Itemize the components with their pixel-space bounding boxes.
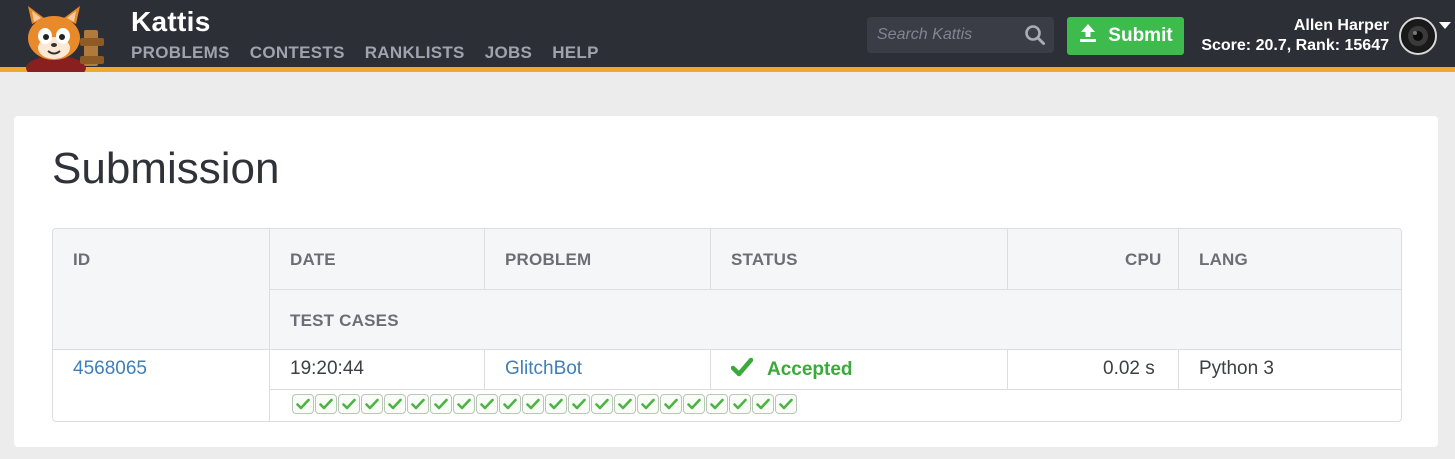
status-cell: Accepted (730, 357, 853, 382)
test-case-passed-icon[interactable] (660, 394, 682, 414)
test-case-passed-icon[interactable] (591, 394, 613, 414)
test-case-passed-icon[interactable] (407, 394, 429, 414)
test-case-passed-icon[interactable] (499, 394, 521, 414)
submission-card: Submission ID DATE PROBLEM STATUS CPU LA… (14, 116, 1438, 447)
test-case-passed-icon[interactable] (292, 394, 314, 414)
test-case-passed-icon[interactable] (614, 394, 636, 414)
test-case-passed-icon[interactable] (430, 394, 452, 414)
nav-help[interactable]: HELP (552, 43, 599, 63)
column-header-lang: LANG (1199, 250, 1248, 269)
test-case-passed-icon[interactable] (683, 394, 705, 414)
test-cases-header-row (269, 289, 1401, 349)
submission-id-link[interactable]: 4568065 (73, 358, 147, 380)
brand-name[interactable]: Kattis (131, 6, 211, 38)
search-input[interactable] (867, 17, 1017, 53)
test-case-passed-icon[interactable] (384, 394, 406, 414)
test-case-passed-icon[interactable] (315, 394, 337, 414)
problem-link[interactable]: GlitchBot (505, 358, 582, 380)
column-header-date: DATE (290, 250, 336, 269)
column-header-problem: PROBLEM (505, 250, 592, 269)
search-box (867, 17, 1054, 53)
id-header-cell-extension (53, 289, 269, 349)
chevron-down-icon[interactable] (1439, 22, 1451, 29)
user-info[interactable]: Allen Harper Score: 20.7, Rank: 15647 (1201, 16, 1389, 56)
test-case-passed-icon[interactable] (752, 394, 774, 414)
kattis-logo[interactable] (14, 6, 116, 80)
submission-date: 19:20:44 (290, 358, 364, 379)
avatar[interactable] (1399, 17, 1437, 55)
test-case-passed-icon[interactable] (729, 394, 751, 414)
nav-jobs[interactable]: JOBS (485, 43, 533, 63)
test-case-passed-icon[interactable] (453, 394, 475, 414)
test-case-passed-icon[interactable] (706, 394, 728, 414)
submit-label: Submit (1108, 25, 1173, 46)
column-header-test-cases: TEST CASES (290, 311, 399, 330)
status-badge: Accepted (767, 358, 853, 380)
user-stats: Score: 20.7, Rank: 15647 (1201, 37, 1389, 54)
test-cases-list (292, 394, 797, 414)
user-name: Allen Harper (1293, 17, 1389, 34)
test-case-passed-icon[interactable] (568, 394, 590, 414)
language: Python 3 (1199, 358, 1274, 379)
test-case-passed-icon[interactable] (338, 394, 360, 414)
test-case-passed-icon[interactable] (775, 394, 797, 414)
page-title: Submission (52, 144, 280, 193)
nav-contests[interactable]: CONTESTS (250, 43, 345, 63)
test-case-passed-icon[interactable] (361, 394, 383, 414)
test-case-passed-icon[interactable] (637, 394, 659, 414)
column-header-cpu: CPU (1125, 250, 1162, 269)
submit-button[interactable]: Submit (1067, 17, 1184, 55)
nav-problems[interactable]: PROBLEMS (131, 43, 230, 63)
column-header-id: ID (73, 250, 91, 269)
submission-table: ID DATE PROBLEM STATUS CPU LANG TEST CAS… (52, 228, 1402, 422)
upload-icon (1078, 23, 1098, 49)
cpu-time: 0.02 s (1103, 358, 1155, 379)
search-icon[interactable] (1024, 24, 1046, 46)
nav-ranklists[interactable]: RANKLISTS (365, 43, 465, 63)
checkmark-icon (730, 357, 754, 382)
test-case-passed-icon[interactable] (476, 394, 498, 414)
top-navbar: Kattis PROBLEMS CONTESTS RANKLISTS JOBS … (0, 0, 1455, 80)
main-nav: PROBLEMS CONTESTS RANKLISTS JOBS HELP (131, 43, 599, 63)
test-case-passed-icon[interactable] (522, 394, 544, 414)
column-header-status: STATUS (731, 250, 798, 269)
test-case-passed-icon[interactable] (545, 394, 567, 414)
